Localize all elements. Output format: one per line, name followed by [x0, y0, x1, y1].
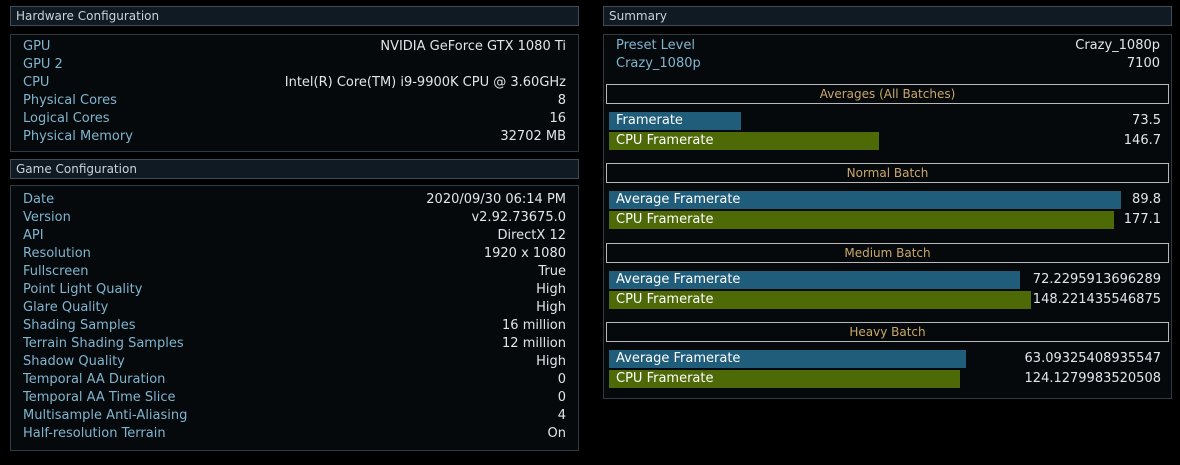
- bar-value: 124.1279983520508: [1024, 371, 1161, 386]
- bar-label: CPU Framerate: [616, 133, 714, 148]
- framerate-bar-row: Average Framerate 63.09325408935547: [609, 350, 1161, 368]
- hardware-value: Intel(R) Core(TM) i9-9900K CPU @ 3.60GHz: [284, 75, 566, 90]
- summary-header: Summary: [603, 6, 1172, 26]
- game-row: Shading Samples 16 million: [23, 317, 566, 335]
- hardware-config-panel: GPU NVIDIA GeForce GTX 1080 Ti GPU 2 CPU Int…: [10, 34, 579, 152]
- game-value: v2.92.73675.0: [471, 210, 566, 225]
- hardware-config-header: Hardware Configuration: [10, 6, 579, 26]
- game-label: Glare Quality: [23, 300, 109, 315]
- bar-value: 148.221435546875: [1032, 292, 1161, 307]
- game-value: True: [538, 264, 566, 279]
- hardware-row: Logical Cores 16: [23, 110, 566, 128]
- bar-label: Framerate: [616, 113, 683, 128]
- summary-value: Crazy_1080p: [1075, 38, 1160, 53]
- hardware-label: GPU: [23, 39, 51, 54]
- summary-row: Preset Level Crazy_1080p: [616, 37, 1160, 55]
- game-value: 4: [557, 408, 566, 423]
- game-value: 12 million: [502, 336, 566, 351]
- bar-label: CPU Framerate: [616, 292, 714, 307]
- hardware-value: 32702 MB: [500, 129, 566, 144]
- section-title: Medium Batch: [606, 243, 1169, 263]
- hardware-value: 16: [549, 111, 566, 126]
- hardware-label: Physical Cores: [23, 93, 117, 108]
- bar-label: Average Framerate: [616, 351, 741, 366]
- bar-value: 63.09325408935547: [1024, 351, 1161, 366]
- game-label: Resolution: [23, 246, 91, 261]
- game-row: Version v2.92.73675.0: [23, 209, 566, 227]
- game-row: Point Light Quality High: [23, 281, 566, 299]
- game-label: Half-resolution Terrain: [23, 426, 166, 441]
- section-title: Averages (All Batches): [606, 84, 1169, 104]
- bar-label: CPU Framerate: [616, 212, 714, 227]
- game-row: Half-resolution Terrain On: [23, 425, 566, 443]
- game-value: High: [536, 282, 566, 297]
- hardware-label: Logical Cores: [23, 111, 110, 126]
- game-row: Terrain Shading Samples 12 million: [23, 335, 566, 353]
- cpu-framerate-bar-row: CPU Framerate 148.221435546875: [609, 291, 1161, 309]
- summary-row: Crazy_1080p 7100: [616, 55, 1160, 73]
- bar-value: 146.7: [1123, 133, 1161, 148]
- game-value: On: [547, 426, 566, 441]
- game-row: Temporal AA Duration 0: [23, 371, 566, 389]
- section-title: Normal Batch: [606, 163, 1169, 183]
- game-label: Multisample Anti-Aliasing: [23, 408, 188, 423]
- bar-label: Average Framerate: [616, 272, 741, 287]
- game-row: Date 2020/09/30 06:14 PM: [23, 191, 566, 209]
- game-label: Temporal AA Time Slice: [23, 390, 176, 405]
- game-value: DirectX 12: [497, 228, 566, 243]
- hardware-row: GPU NVIDIA GeForce GTX 1080 Ti: [23, 38, 566, 56]
- framerate-bar-row: Framerate 73.5: [609, 112, 1161, 130]
- game-value: High: [536, 354, 566, 369]
- game-value: 0: [557, 390, 566, 405]
- game-label: API: [23, 228, 44, 243]
- summary-label: Crazy_1080p: [616, 56, 701, 71]
- hardware-label: Physical Memory: [23, 129, 133, 144]
- game-config-header: Game Configuration: [10, 159, 579, 179]
- bar-label: Average Framerate: [616, 192, 741, 207]
- game-label: Temporal AA Duration: [23, 372, 166, 387]
- game-row: Fullscreen True: [23, 263, 566, 281]
- game-config-panel: Date 2020/09/30 06:14 PM Version v2.92.7367…: [10, 185, 579, 451]
- game-value: 1920 x 1080: [483, 246, 566, 261]
- hardware-value: NVIDIA GeForce GTX 1080 Ti: [380, 39, 566, 54]
- game-value: 16 million: [502, 318, 566, 333]
- game-label: Point Light Quality: [23, 282, 143, 297]
- cpu-framerate-bar-row: CPU Framerate 124.1279983520508: [609, 370, 1161, 388]
- game-label: Fullscreen: [23, 264, 89, 279]
- bar-label: CPU Framerate: [616, 371, 714, 386]
- game-label: Date: [23, 192, 55, 207]
- hardware-row: Physical Memory 32702 MB: [23, 128, 566, 146]
- game-label: Shading Samples: [23, 318, 136, 333]
- summary-value: 7100: [1126, 56, 1160, 71]
- bar-value: 177.1: [1123, 212, 1161, 227]
- game-label: Shadow Quality: [23, 354, 125, 369]
- game-value: High: [536, 300, 566, 315]
- game-row: Shadow Quality High: [23, 353, 566, 371]
- framerate-bar-row: Average Framerate 89.8: [609, 191, 1161, 209]
- bar-value: 72.2295913696289: [1032, 272, 1161, 287]
- hardware-row: Physical Cores 8: [23, 92, 566, 110]
- game-row: Temporal AA Time Slice 0: [23, 389, 566, 407]
- hardware-label: CPU: [23, 75, 50, 90]
- game-value: 0: [557, 372, 566, 387]
- hardware-row: GPU 2: [23, 56, 566, 74]
- bar-value: 89.8: [1132, 192, 1161, 207]
- game-value: 2020/09/30 06:14 PM: [426, 192, 566, 207]
- cpu-framerate-bar-row: CPU Framerate 146.7: [609, 132, 1161, 150]
- game-label: Terrain Shading Samples: [23, 336, 184, 351]
- summary-label: Preset Level: [616, 38, 695, 53]
- cpu-framerate-bar-row: CPU Framerate 177.1: [609, 211, 1161, 229]
- bar-value: 73.5: [1132, 113, 1161, 128]
- hardware-label: GPU 2: [23, 57, 63, 72]
- game-row: Glare Quality High: [23, 299, 566, 317]
- game-row: Resolution 1920 x 1080: [23, 245, 566, 263]
- hardware-value: 8: [557, 93, 566, 108]
- section-title: Heavy Batch: [606, 322, 1169, 342]
- framerate-bar-row: Average Framerate 72.2295913696289: [609, 271, 1161, 289]
- game-row: API DirectX 12: [23, 227, 566, 245]
- hardware-row: CPU Intel(R) Core(TM) i9-9900K CPU @ 3.60…: [23, 74, 566, 92]
- game-label: Version: [23, 210, 71, 225]
- game-row: Multisample Anti-Aliasing 4: [23, 407, 566, 425]
